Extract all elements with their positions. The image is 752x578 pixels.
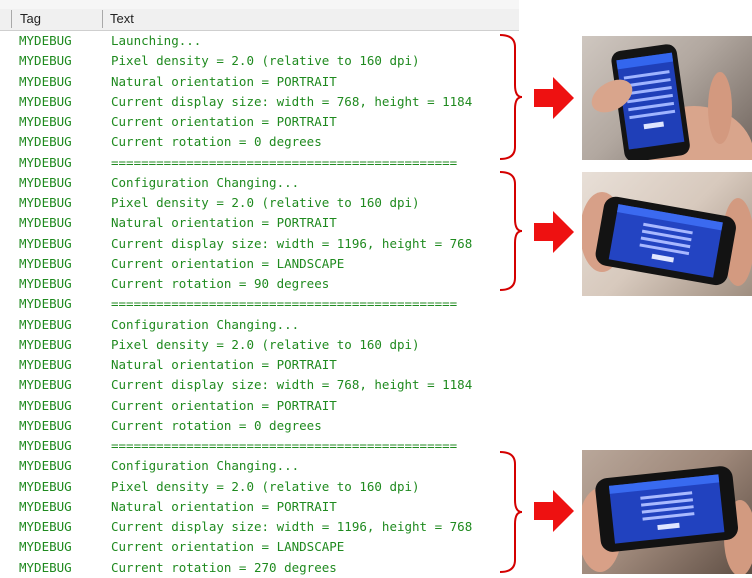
log-row[interactable]: MYDEBUG Current display size: width = 768…: [0, 92, 519, 112]
log-row-tag: MYDEBUG: [19, 498, 72, 514]
column-separator[interactable]: [11, 10, 12, 28]
log-row-text: Configuration Changing...: [111, 458, 300, 474]
log-row[interactable]: MYDEBUG Configuration Changing...: [0, 456, 519, 476]
log-row[interactable]: MYDEBUG Pixel density = 2.0 (relative to …: [0, 477, 519, 497]
log-row-text: ========================================…: [111, 438, 458, 453]
log-row-text: Current rotation = 0 degrees: [111, 417, 322, 433]
log-row-text: Pixel density = 2.0 (relative to 160 dpi…: [111, 53, 420, 69]
log-row-text: Current display size: width = 1196, heig…: [111, 235, 473, 251]
log-row-text: Current orientation = LANDSCAPE: [111, 255, 345, 271]
log-row[interactable]: MYDEBUG Current orientation = LANDSCAPE: [0, 537, 519, 557]
log-row-text: Natural orientation = PORTRAIT: [111, 215, 337, 231]
log-row-tag: MYDEBUG: [19, 154, 72, 170]
log-row[interactable]: MYDEBUG Natural orientation = PORTRAIT: [0, 72, 519, 92]
group-brace-1: [499, 34, 523, 160]
log-row-text: Current orientation = PORTRAIT: [111, 397, 337, 413]
phone-portrait-photo: [582, 36, 752, 160]
log-row-text: ========================================…: [111, 296, 458, 312]
log-row[interactable]: MYDEBUG Current rotation = 0 degrees: [0, 416, 519, 436]
log-row-text: Natural orientation = PORTRAIT: [111, 498, 337, 514]
log-row[interactable]: MYDEBUG Natural orientation = PORTRAIT: [0, 497, 519, 517]
log-row-tag: MYDEBUG: [19, 93, 72, 109]
log-row-text: Current display size: width = 768, heigh…: [111, 93, 473, 109]
logcat-list[interactable]: MYDEBUG Launching... MYDEBUG Pixel density …: [0, 31, 519, 575]
log-row-tag: MYDEBUG: [19, 357, 72, 372]
log-row-tag: MYDEBUG: [19, 215, 72, 231]
arrow-right-icon: [534, 211, 574, 253]
log-row-tag: MYDEBUG: [19, 478, 72, 494]
log-row-text: Natural orientation = PORTRAIT: [111, 73, 337, 89]
log-row[interactable]: MYDEBUG Current orientation = PORTRAIT: [0, 396, 519, 416]
log-row-tag: MYDEBUG: [19, 235, 72, 251]
log-row-text: Configuration Changing...: [111, 174, 300, 190]
log-row-text: Pixel density = 2.0 (relative to 160 dpi…: [111, 478, 420, 494]
log-row-tag: MYDEBUG: [19, 336, 72, 352]
phone-landscape-90-photo: [582, 172, 752, 296]
log-row-text: Current display size: width = 768, heigh…: [111, 377, 473, 393]
log-row-tag: MYDEBUG: [19, 296, 72, 312]
log-row-text: ========================================…: [111, 154, 458, 170]
log-row-tag: MYDEBUG: [19, 397, 72, 413]
log-row-tag: MYDEBUG: [19, 458, 72, 474]
log-row-tag: MYDEBUG: [19, 377, 72, 393]
log-row[interactable]: MYDEBUG Configuration Changing...: [0, 315, 519, 335]
column-header-tag[interactable]: Tag: [20, 11, 41, 26]
log-row-tag: MYDEBUG: [19, 134, 72, 150]
log-row-tag: MYDEBUG: [19, 174, 72, 190]
log-row-tag: MYDEBUG: [19, 73, 72, 89]
log-row-tag: MYDEBUG: [19, 255, 72, 271]
log-row-tag: MYDEBUG: [19, 53, 72, 69]
log-row[interactable]: MYDEBUG Pixel density = 2.0 (relative to …: [0, 51, 519, 71]
log-row[interactable]: MYDEBUG Current orientation = LANDSCAPE: [0, 254, 519, 274]
log-row[interactable]: MYDEBUG =================================…: [0, 436, 519, 456]
log-row-tag: MYDEBUG: [19, 114, 72, 129]
log-row-text: Natural orientation = PORTRAIT: [111, 357, 337, 372]
log-row-text: Pixel density = 2.0 (relative to 160 dpi…: [111, 195, 420, 210]
log-row-text: Current orientation = LANDSCAPE: [111, 539, 345, 555]
log-row[interactable]: MYDEBUG Natural orientation = PORTRAIT: [0, 213, 519, 233]
log-row-text: Current rotation = 0 degrees: [111, 134, 322, 150]
log-row[interactable]: MYDEBUG Current rotation = 0 degrees: [0, 132, 519, 152]
log-row-tag: MYDEBUG: [19, 316, 72, 332]
log-row[interactable]: MYDEBUG Current orientation = PORTRAIT: [0, 112, 519, 132]
header-top-edge: [0, 0, 519, 9]
group-brace-2: [499, 171, 523, 291]
log-row-text: Current orientation = PORTRAIT: [111, 114, 337, 129]
arrow-right-icon: [534, 490, 574, 532]
log-row[interactable]: MYDEBUG =================================…: [0, 294, 519, 314]
log-row-tag: MYDEBUG: [19, 417, 72, 433]
log-row-text: Current rotation = 90 degrees: [111, 276, 330, 291]
phone-landscape-270-photo: [582, 450, 752, 574]
log-row-tag: MYDEBUG: [19, 33, 72, 48]
log-row[interactable]: MYDEBUG Launching...: [0, 31, 519, 51]
log-row[interactable]: MYDEBUG Current display size: width = 768…: [0, 375, 519, 395]
log-row[interactable]: MYDEBUG Pixel density = 2.0 (relative to …: [0, 193, 519, 213]
group-brace-3: [499, 451, 523, 573]
log-row-tag: MYDEBUG: [19, 539, 72, 555]
log-row-tag: MYDEBUG: [19, 519, 72, 534]
log-row[interactable]: MYDEBUG Pixel density = 2.0 (relative to …: [0, 335, 519, 355]
log-row-text: Pixel density = 2.0 (relative to 160 dpi…: [111, 336, 420, 352]
logcat-header: Tag Text: [0, 0, 519, 31]
column-header-text[interactable]: Text: [110, 11, 134, 26]
log-row[interactable]: MYDEBUG Current display size: width = 119…: [0, 234, 519, 254]
log-row-text: Current display size: width = 1196, heig…: [111, 519, 473, 534]
log-row[interactable]: MYDEBUG Current display size: width = 119…: [0, 517, 519, 537]
log-row[interactable]: MYDEBUG Natural orientation = PORTRAIT: [0, 355, 519, 375]
log-row-tag: MYDEBUG: [19, 195, 72, 210]
log-row-tag: MYDEBUG: [19, 438, 72, 453]
log-row[interactable]: MYDEBUG =================================…: [0, 153, 519, 173]
log-row-text: Configuration Changing...: [111, 316, 300, 332]
column-separator[interactable]: [102, 10, 103, 28]
log-row[interactable]: MYDEBUG Configuration Changing...: [0, 173, 519, 193]
log-row-text: Launching...: [111, 33, 202, 48]
log-row[interactable]: MYDEBUG Current rotation = 90 degrees: [0, 274, 519, 294]
arrow-right-icon: [534, 77, 574, 119]
log-row-tag: MYDEBUG: [19, 276, 72, 291]
